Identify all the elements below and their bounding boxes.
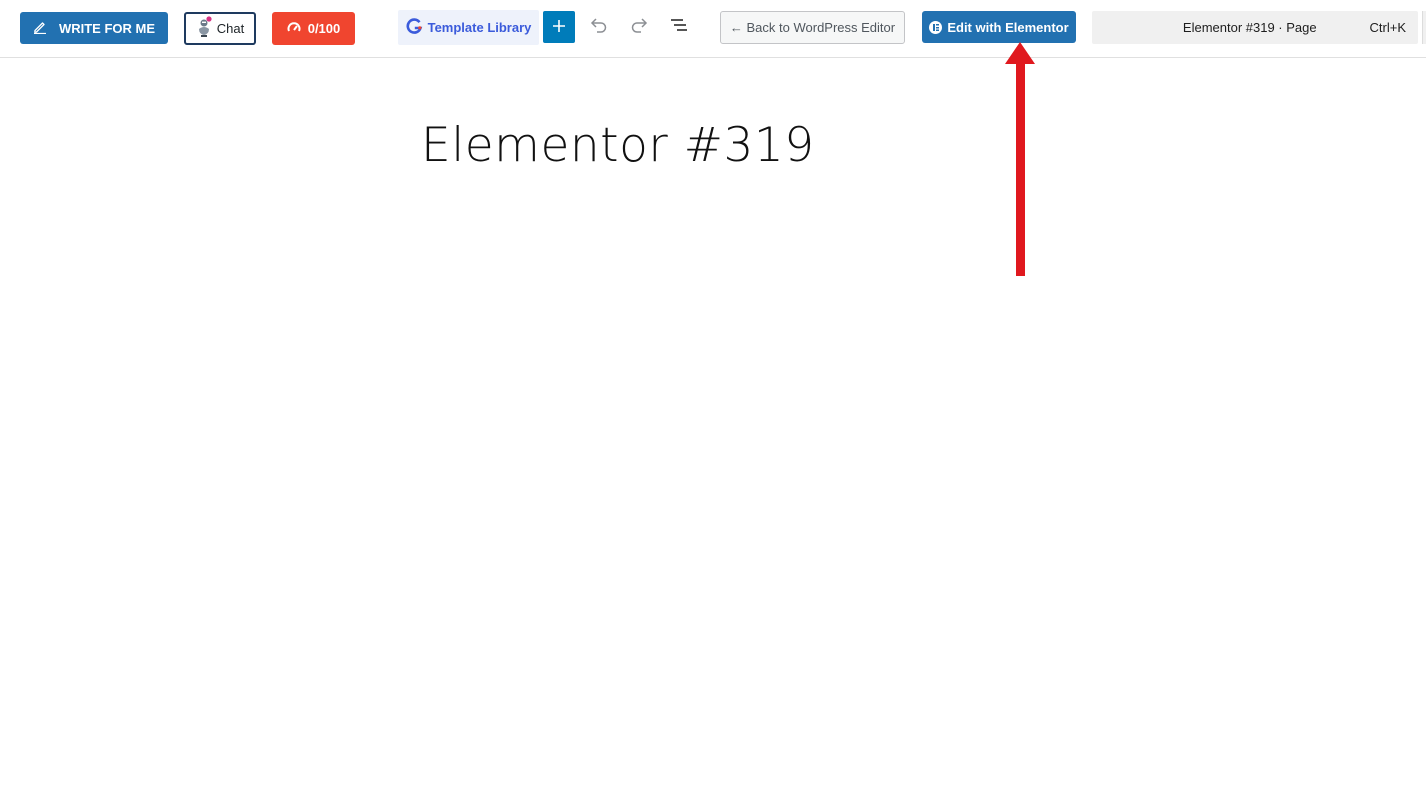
seo-score-button[interactable]: 0/100 — [272, 12, 355, 45]
undo-icon — [589, 17, 609, 38]
write-for-me-label: WRITE FOR ME — [58, 20, 156, 36]
editor-toolbar: WRITE FOR ME Chat 0/100 Template Library… — [0, 0, 1426, 58]
add-block-button[interactable] — [543, 11, 575, 43]
page-title[interactable]: Elementor #319 — [421, 118, 815, 173]
document-overview-button[interactable] — [666, 14, 692, 40]
gauge-icon — [287, 21, 301, 36]
g-logo-icon — [406, 17, 423, 38]
annotation-arrow — [1005, 42, 1035, 276]
seo-score-label: 0/100 — [307, 21, 341, 36]
chat-label: Chat — [216, 21, 245, 36]
command-palette-bar[interactable]: Elementor #319 · Page Ctrl+K — [1092, 11, 1418, 44]
document-title-label: Elementor #319 · Page — [1182, 20, 1317, 35]
back-to-wordpress-label: ← Back to WordPress Editor — [729, 20, 896, 35]
redo-icon — [629, 17, 649, 38]
back-to-wordpress-editor-button[interactable]: ← Back to WordPress Editor — [720, 11, 905, 44]
pencil-icon — [33, 20, 47, 37]
undo-button[interactable] — [586, 14, 612, 40]
redo-button[interactable] — [626, 14, 652, 40]
list-view-icon — [669, 17, 689, 38]
robot-icon — [196, 16, 214, 41]
elementor-logo-icon — [929, 20, 943, 34]
write-for-me-button[interactable]: WRITE FOR ME — [20, 12, 168, 44]
settings-button-edge[interactable] — [1422, 11, 1426, 44]
template-library-label: Template Library — [427, 20, 532, 35]
edit-with-elementor-button[interactable]: Edit with Elementor — [922, 11, 1076, 43]
edit-with-elementor-label: Edit with Elementor — [947, 19, 1069, 35]
chat-button[interactable]: Chat — [184, 12, 256, 45]
template-library-button[interactable]: Template Library — [398, 10, 539, 45]
plus-icon — [552, 19, 566, 36]
shortcut-label: Ctrl+K — [1369, 20, 1406, 35]
